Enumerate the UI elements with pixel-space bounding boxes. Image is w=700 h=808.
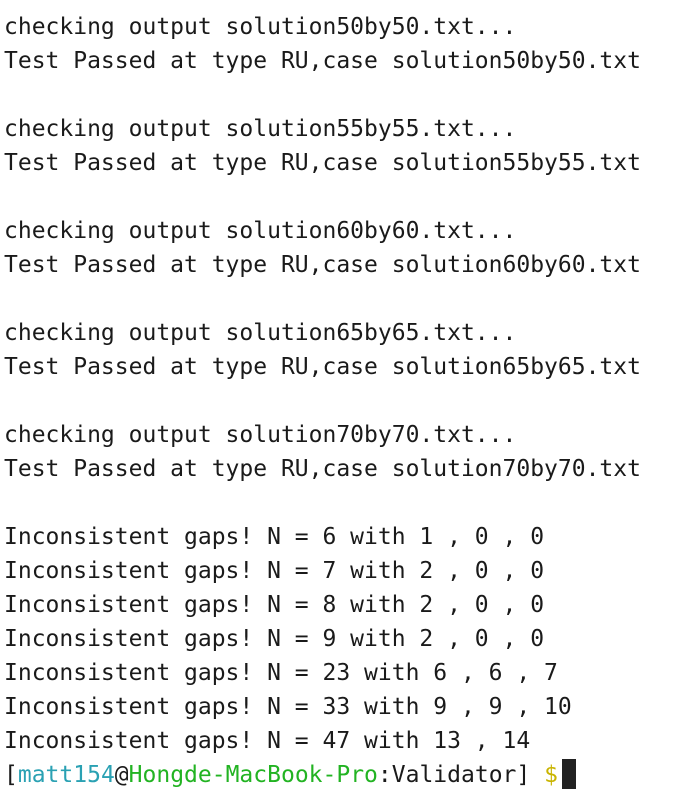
- output-line: checking output solution60by60.txt...: [4, 218, 517, 244]
- gap-warning-line: Inconsistent gaps! N = 7 with 2 , 0 , 0: [4, 558, 545, 584]
- output-line: checking output solution65by65.txt...: [4, 320, 517, 346]
- gap-warning-line: Inconsistent gaps! N = 23 with 6 , 6 , 7: [4, 660, 558, 686]
- gap-warning-line: Inconsistent gaps! N = 33 with 9 , 9 , 1…: [4, 694, 572, 720]
- output-line: Test Passed at type RU,case solution70by…: [4, 456, 641, 482]
- gap-warning-line: Inconsistent gaps! N = 47 with 13 , 14: [4, 728, 531, 754]
- prompt-directory: Validator: [391, 762, 517, 788]
- text-cursor[interactable]: [561, 758, 576, 789]
- gap-warning-line: Inconsistent gaps! N = 9 with 2 , 0 , 0: [4, 626, 545, 652]
- prompt-at: @: [114, 762, 129, 788]
- gap-warning-line: Inconsistent gaps! N = 6 with 1 , 0 , 0: [4, 524, 545, 550]
- output-line: Test Passed at type RU,case solution50by…: [4, 48, 641, 74]
- prompt-dollar: $: [544, 762, 558, 788]
- output-line: checking output solution55by55.txt...: [4, 116, 517, 142]
- output-line: checking output solution70by70.txt...: [4, 422, 517, 448]
- terminal-output[interactable]: checking output solution50by50.txt... Te…: [4, 10, 696, 792]
- output-line: Test Passed at type RU,case solution60by…: [4, 252, 641, 278]
- prompt-host: Hongde-MacBook-Pro: [128, 762, 378, 788]
- prompt-close-bracket: ]: [516, 762, 531, 788]
- prompt-user: matt154: [17, 762, 115, 788]
- output-line: Test Passed at type RU,case solution65by…: [4, 354, 641, 380]
- prompt-colon: :: [377, 762, 392, 788]
- gap-warning-line: Inconsistent gaps! N = 8 with 2 , 0 , 0: [4, 592, 545, 618]
- prompt-open-bracket: [: [4, 762, 18, 788]
- shell-prompt[interactable]: [matt154@Hongde-MacBook-Pro:Validator] $: [4, 758, 696, 792]
- output-line: Test Passed at type RU,case solution55by…: [4, 150, 641, 176]
- output-line: checking output solution50by50.txt...: [4, 14, 517, 40]
